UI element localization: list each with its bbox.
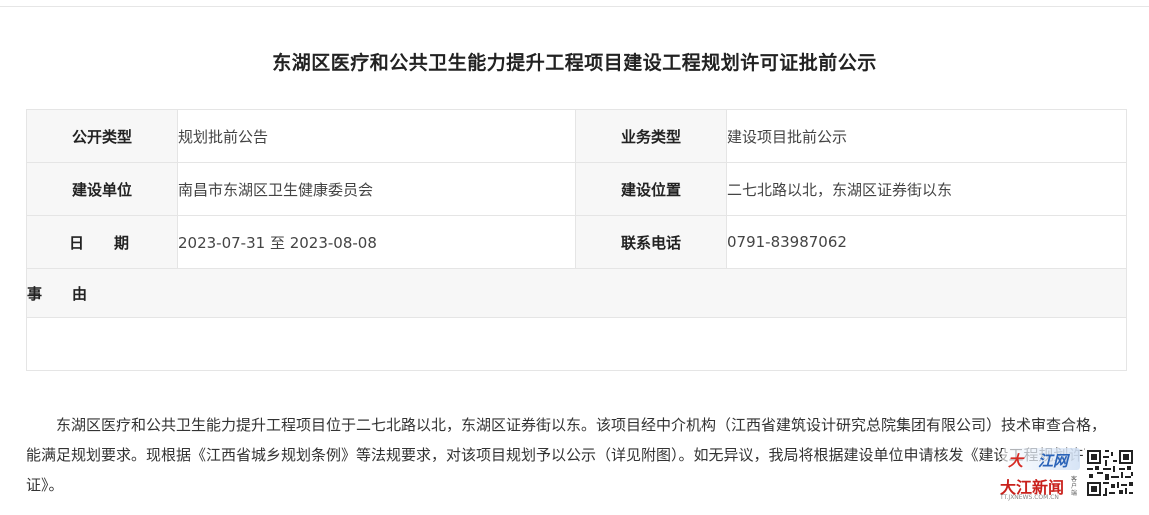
table-row bbox=[26, 317, 1127, 371]
open-type-value: 规划批前公告 bbox=[177, 109, 576, 163]
business-type-label: 业务类型 bbox=[575, 109, 727, 163]
table-row: 建设单位 南昌市东湖区卫生健康委员会 建设位置 二七北路以北，东湖区证券街以东 bbox=[26, 162, 1127, 216]
site-url: TT.JXNEWS.COM.CN bbox=[1000, 494, 1059, 501]
reason-label: 事由 bbox=[27, 284, 118, 303]
logo-red-text: 大 bbox=[1008, 452, 1024, 470]
location-value: 二七北路以北，东湖区证券街以东 bbox=[726, 162, 1127, 216]
top-divider bbox=[0, 6, 1149, 7]
open-type-label: 公开类型 bbox=[26, 109, 178, 163]
notice-info-table: 公开类型 规划批前公告 业务类型 建设项目批前公示 建设单位 南昌市东湖区卫生健… bbox=[26, 109, 1127, 371]
date-value: 2023-07-31 至 2023-08-08 bbox=[177, 215, 576, 269]
logo-blue-text: 江网 bbox=[1038, 452, 1069, 470]
qr-code-icon bbox=[1085, 448, 1135, 498]
page-title: 东湖区医疗和公共卫生能力提升工程项目建设工程规划许可证批前公示 bbox=[272, 52, 877, 74]
table-row: 事由 bbox=[26, 268, 1127, 318]
builder-label: 建设单位 bbox=[26, 162, 178, 216]
reason-content bbox=[26, 317, 1127, 371]
notice-body: 东湖区医疗和公共卫生能力提升工程项目位于二七北路以北，东湖区证券街以东。该项目经… bbox=[26, 416, 1107, 494]
table-row: 公开类型 规划批前公告 业务类型 建设项目批前公示 bbox=[26, 109, 1127, 163]
phone-label: 联系电话 bbox=[575, 215, 727, 269]
location-label: 建设位置 bbox=[575, 162, 727, 216]
dajiang-logo: 大 江网 bbox=[1002, 448, 1080, 470]
brand-suffix: 客户端 bbox=[1071, 476, 1078, 497]
phone-value: 0791-83987062 bbox=[726, 215, 1127, 269]
builder-value: 南昌市东湖区卫生健康委员会 bbox=[177, 162, 576, 216]
date-label: 日期 bbox=[69, 233, 160, 252]
business-type-value: 建设项目批前公示 bbox=[726, 109, 1127, 163]
table-row: 日期 2023-07-31 至 2023-08-08 联系电话 0791-839… bbox=[26, 215, 1127, 269]
dajiang-watermark: 大 江网 大江新闻 客户端 TT.JXNEWS.COM.CN bbox=[988, 446, 1138, 504]
